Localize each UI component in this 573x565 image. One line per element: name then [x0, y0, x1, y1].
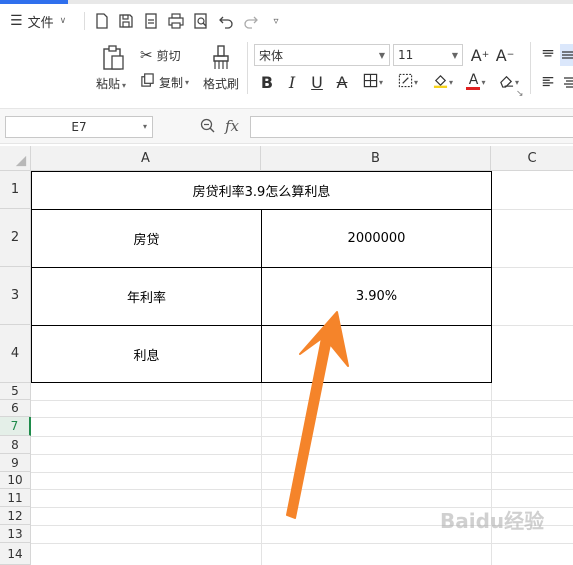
- baidu-watermark: Baidu经验: [440, 505, 544, 534]
- watermark-text: Baidu经验: [440, 509, 545, 533]
- annotation-arrow: [286, 311, 349, 519]
